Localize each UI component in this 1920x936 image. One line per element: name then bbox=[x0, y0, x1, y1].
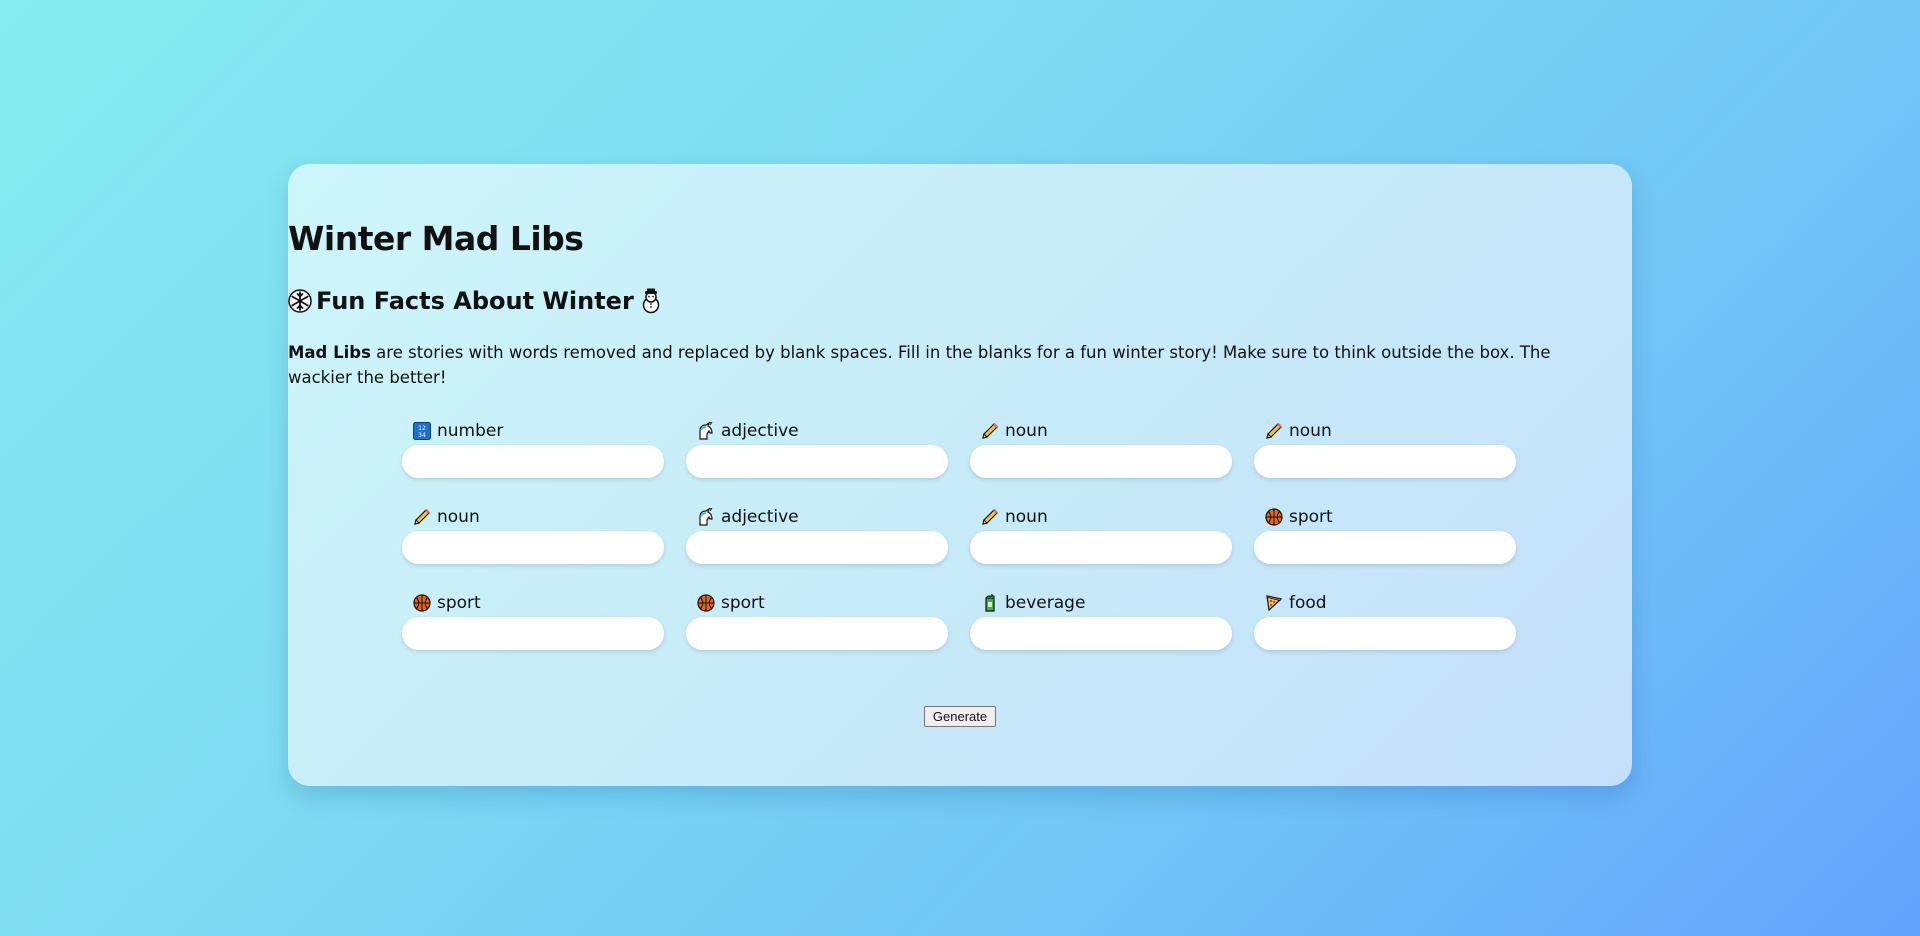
field-label: sport bbox=[686, 592, 950, 614]
field-label: sport bbox=[402, 592, 666, 614]
field-label-text: noun bbox=[437, 507, 480, 527]
snowman-icon bbox=[638, 288, 664, 314]
intro-text: are stories with words removed and repla… bbox=[288, 343, 1551, 387]
field-noun: noun bbox=[970, 506, 1234, 564]
snowflake-icon bbox=[288, 289, 312, 313]
field-number: 12 34 number bbox=[402, 420, 666, 478]
basketball-icon bbox=[1265, 508, 1283, 526]
noun-input[interactable] bbox=[970, 445, 1232, 478]
beverage-input[interactable] bbox=[970, 617, 1232, 650]
word-fields-grid: 12 34 number adjective noun noun noun ad… bbox=[402, 420, 1518, 650]
number-input[interactable] bbox=[402, 445, 664, 478]
noun-input[interactable] bbox=[970, 531, 1232, 564]
generate-button[interactable]: Generate bbox=[924, 706, 996, 727]
basketball-icon bbox=[413, 594, 431, 612]
field-label: 12 34 number bbox=[402, 420, 666, 442]
pizza-icon bbox=[1265, 594, 1283, 612]
field-label: noun bbox=[970, 506, 1234, 528]
food-input[interactable] bbox=[1254, 617, 1516, 650]
basketball-icon bbox=[697, 594, 715, 612]
field-label-text: sport bbox=[437, 593, 481, 613]
field-label-text: noun bbox=[1005, 507, 1048, 527]
field-label: noun bbox=[970, 420, 1234, 442]
adjective-input[interactable] bbox=[686, 445, 948, 478]
field-beverage: beverage bbox=[970, 592, 1234, 650]
field-label-text: noun bbox=[1005, 421, 1048, 441]
sport-input[interactable] bbox=[1254, 531, 1516, 564]
pencil-icon bbox=[981, 508, 999, 526]
intro-bold: Mad Libs bbox=[288, 343, 371, 362]
mad-libs-card: Winter Mad Libs Fun Facts About Winter M… bbox=[288, 164, 1632, 786]
field-label-text: number bbox=[437, 421, 504, 441]
noun-input[interactable] bbox=[402, 531, 664, 564]
field-label-text: food bbox=[1289, 593, 1327, 613]
field-label-text: sport bbox=[1289, 507, 1333, 527]
pencil-icon bbox=[981, 422, 999, 440]
field-label: beverage bbox=[970, 592, 1234, 614]
field-sport: sport bbox=[686, 592, 950, 650]
field-label-text: adjective bbox=[721, 507, 799, 527]
field-label: noun bbox=[402, 506, 666, 528]
unicorn-icon bbox=[697, 422, 715, 440]
field-noun: noun bbox=[970, 420, 1234, 478]
pencil-icon bbox=[413, 508, 431, 526]
subtitle-text: Fun Facts About Winter bbox=[316, 287, 634, 315]
field-label-text: beverage bbox=[1005, 593, 1086, 613]
field-label-text: adjective bbox=[721, 421, 799, 441]
adjective-input[interactable] bbox=[686, 531, 948, 564]
field-label-text: noun bbox=[1289, 421, 1332, 441]
beverage-box-icon bbox=[981, 594, 999, 612]
number-icon: 12 34 bbox=[413, 422, 431, 440]
field-sport: sport bbox=[402, 592, 666, 650]
field-label: sport bbox=[1254, 506, 1518, 528]
page-title: Winter Mad Libs bbox=[288, 219, 584, 258]
field-adjective: adjective bbox=[686, 420, 950, 478]
field-label-text: sport bbox=[721, 593, 765, 613]
page-subtitle: Fun Facts About Winter bbox=[288, 287, 664, 315]
intro-paragraph: Mad Libs are stories with words removed … bbox=[288, 340, 1578, 390]
field-adjective: adjective bbox=[686, 506, 950, 564]
svg-text:12: 12 bbox=[418, 425, 426, 432]
pencil-icon bbox=[1265, 422, 1283, 440]
unicorn-icon bbox=[697, 508, 715, 526]
field-label: noun bbox=[1254, 420, 1518, 442]
field-noun: noun bbox=[1254, 420, 1518, 478]
field-label: adjective bbox=[686, 506, 950, 528]
field-label: food bbox=[1254, 592, 1518, 614]
field-sport: sport bbox=[1254, 506, 1518, 564]
sport-input[interactable] bbox=[402, 617, 664, 650]
field-food: food bbox=[1254, 592, 1518, 650]
field-noun: noun bbox=[402, 506, 666, 564]
svg-text:34: 34 bbox=[418, 432, 426, 439]
sport-input[interactable] bbox=[686, 617, 948, 650]
field-label: adjective bbox=[686, 420, 950, 442]
noun-input[interactable] bbox=[1254, 445, 1516, 478]
